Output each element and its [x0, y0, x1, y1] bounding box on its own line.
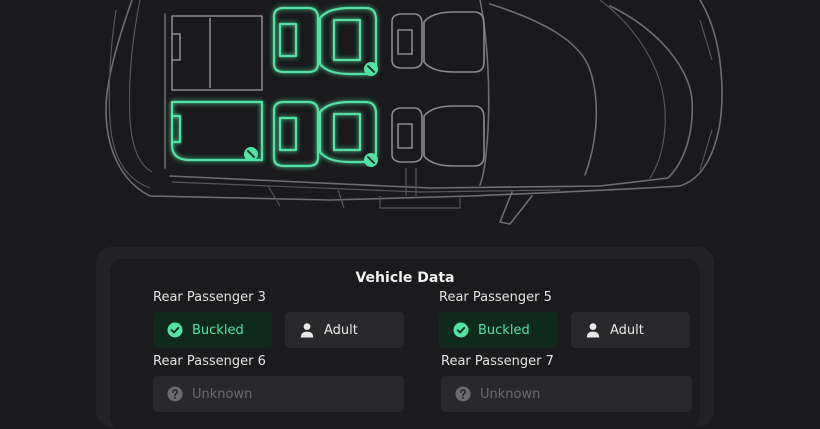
- occupant-type-chip[interactable]: Adult: [571, 312, 690, 348]
- passenger-label-6: Rear Passenger 6: [153, 354, 266, 369]
- vehicle-seat-diagram: [105, 0, 723, 225]
- status-text: Unknown: [480, 386, 541, 402]
- status-text: Buckled: [192, 322, 244, 338]
- passenger-label-5: Rear Passenger 5: [439, 290, 552, 305]
- question-circle-icon: [167, 386, 183, 402]
- panel-title: Vehicle Data: [355, 270, 455, 286]
- car-body-outline: [105, 0, 723, 225]
- buckled-status-chip[interactable]: Buckled: [439, 312, 558, 348]
- occupant-type-chip[interactable]: Adult: [285, 312, 404, 348]
- unknown-status-chip[interactable]: Unknown: [441, 376, 692, 412]
- status-text: Unknown: [192, 386, 253, 402]
- person-icon: [586, 323, 600, 338]
- occupant-text: Adult: [324, 322, 358, 338]
- passenger-label-7: Rear Passenger 7: [441, 354, 554, 369]
- rear-passenger-5-seat: [272, 100, 378, 168]
- rear-bench-seat: [171, 15, 263, 91]
- status-text: Buckled: [478, 322, 530, 338]
- buckled-status-chip[interactable]: Buckled: [153, 312, 272, 348]
- occupant-text: Adult: [610, 322, 644, 338]
- rear-passenger-3-seat: [272, 6, 378, 76]
- question-circle-icon: [455, 386, 471, 402]
- person-icon: [300, 323, 314, 338]
- unknown-status-chip[interactable]: Unknown: [153, 376, 404, 412]
- front-seats: [391, 11, 485, 167]
- rear-passenger-6-seat: [170, 100, 264, 162]
- passenger-label-3: Rear Passenger 3: [153, 290, 266, 305]
- check-circle-icon: [167, 322, 183, 338]
- check-circle-icon: [453, 322, 469, 338]
